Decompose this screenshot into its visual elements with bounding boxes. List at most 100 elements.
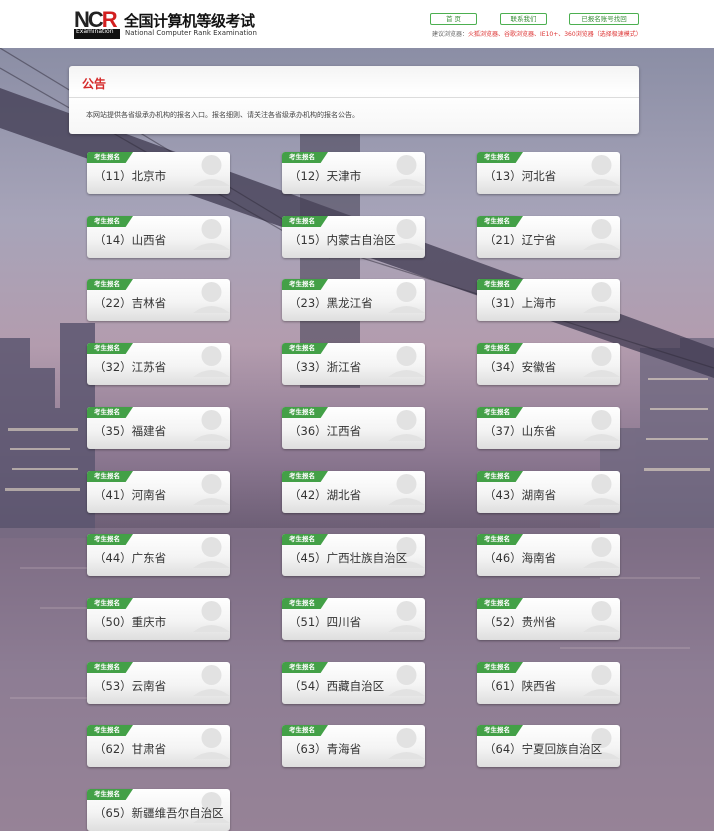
province-label: （35）福建省	[94, 424, 167, 438]
province-label: （15）内蒙古自治区	[289, 233, 396, 247]
province-label: （23）黑龙江省	[289, 296, 373, 310]
user-avatar-icon	[193, 534, 230, 568]
user-avatar-icon	[388, 598, 425, 632]
province-card[interactable]: 考生报名 （54）西藏自治区	[282, 662, 425, 704]
province-label: （64）宁夏回族自治区	[484, 742, 603, 756]
ncre-logo[interactable]: NCR Examination	[74, 9, 120, 39]
user-avatar-icon	[388, 662, 425, 696]
province-label: （53）云南省	[94, 679, 167, 693]
registration-badge: 考生报名	[87, 407, 133, 418]
province-label: （14）山西省	[94, 233, 167, 247]
registration-badge: 考生报名	[87, 662, 133, 673]
registration-badge: 考生报名	[477, 534, 523, 545]
province-card[interactable]: 考生报名 （50）重庆市	[87, 598, 230, 640]
province-card[interactable]: 考生报名 （63）青海省	[282, 725, 425, 767]
registration-badge: 考生报名	[282, 407, 328, 418]
notice-divider	[69, 97, 639, 98]
province-card[interactable]: 考生报名 （42）湖北省	[282, 471, 425, 513]
province-card[interactable]: 考生报名 （15）内蒙古自治区	[282, 216, 425, 258]
home-button[interactable]: 首 页	[430, 13, 477, 25]
contact-us-button[interactable]: 联系我们	[500, 13, 547, 25]
province-card[interactable]: 考生报名 （37）山东省	[477, 407, 620, 449]
registration-badge: 考生报名	[477, 216, 523, 227]
user-avatar-icon	[193, 343, 230, 377]
province-card[interactable]: 考生报名 （14）山西省	[87, 216, 230, 258]
province-card[interactable]: 考生报名 （35）福建省	[87, 407, 230, 449]
province-label: （61）陕西省	[484, 679, 557, 693]
province-card[interactable]: 考生报名 （46）海南省	[477, 534, 620, 576]
user-avatar-icon	[583, 534, 620, 568]
user-avatar-icon	[193, 471, 230, 505]
province-card[interactable]: 考生报名 （62）甘肃省	[87, 725, 230, 767]
province-card[interactable]: 考生报名 （13）河北省	[477, 152, 620, 194]
registration-badge: 考生报名	[87, 343, 133, 354]
province-label: （21）辽宁省	[484, 233, 557, 247]
province-label: （36）江西省	[289, 424, 362, 438]
registration-badge: 考生报名	[87, 216, 133, 227]
province-card[interactable]: 考生报名 （34）安徽省	[477, 343, 620, 385]
province-label: （51）四川省	[289, 615, 362, 629]
province-card[interactable]: 考生报名 （33）浙江省	[282, 343, 425, 385]
user-avatar-icon	[583, 662, 620, 696]
province-label: （12）天津市	[289, 169, 362, 183]
province-label: （62）甘肃省	[94, 742, 167, 756]
province-label: （31）上海市	[484, 296, 557, 310]
user-avatar-icon	[388, 343, 425, 377]
province-card[interactable]: 考生报名 （21）辽宁省	[477, 216, 620, 258]
province-card[interactable]: 考生报名 （41）河南省	[87, 471, 230, 513]
notice-title: 公告	[82, 77, 107, 91]
registration-badge: 考生报名	[477, 343, 523, 354]
user-avatar-icon	[193, 152, 230, 186]
registration-badge: 考生报名	[477, 152, 523, 163]
province-card[interactable]: 考生报名 （51）四川省	[282, 598, 425, 640]
registration-badge: 考生报名	[282, 471, 328, 482]
province-card[interactable]: 考生报名 （45）广西壮族自治区	[282, 534, 425, 576]
province-label: （50）重庆市	[94, 615, 167, 629]
province-card[interactable]: 考生报名 （32）江苏省	[87, 343, 230, 385]
user-avatar-icon	[388, 407, 425, 441]
registration-badge: 考生报名	[477, 279, 523, 290]
registration-badge: 考生报名	[282, 152, 328, 163]
province-card[interactable]: 考生报名 （22）吉林省	[87, 279, 230, 321]
province-card[interactable]: 考生报名 （23）黑龙江省	[282, 279, 425, 321]
province-label: （43）湖南省	[484, 488, 557, 502]
province-card[interactable]: 考生报名 （53）云南省	[87, 662, 230, 704]
registration-badge: 考生报名	[477, 598, 523, 609]
logo-mark: NCR	[74, 7, 118, 32]
registration-badge: 考生报名	[282, 279, 328, 290]
province-label: （11）北京市	[94, 169, 167, 183]
province-label: （44）广东省	[94, 551, 167, 565]
user-avatar-icon	[388, 471, 425, 505]
registration-badge: 考生报名	[477, 407, 523, 418]
province-label: （41）河南省	[94, 488, 167, 502]
province-card[interactable]: 考生报名 （44）广东省	[87, 534, 230, 576]
user-avatar-icon	[583, 279, 620, 313]
province-label: （13）河北省	[484, 169, 557, 183]
registration-badge: 考生报名	[477, 725, 523, 736]
user-avatar-icon	[388, 279, 425, 313]
province-card[interactable]: 考生报名 （43）湖南省	[477, 471, 620, 513]
registration-badge: 考生报名	[282, 343, 328, 354]
registration-badge: 考生报名	[282, 725, 328, 736]
registration-badge: 考生报名	[282, 598, 328, 609]
notice-panel: 公告 本网站提供各省级承办机构的报名入口。报名细则、请关注各省级承办机构的报名公…	[69, 66, 639, 134]
province-card[interactable]: 考生报名 （52）贵州省	[477, 598, 620, 640]
user-avatar-icon	[193, 407, 230, 441]
province-card[interactable]: 考生报名 （64）宁夏回族自治区	[477, 725, 620, 767]
province-card[interactable]: 考生报名 （12）天津市	[282, 152, 425, 194]
user-avatar-icon	[583, 471, 620, 505]
user-avatar-icon	[583, 343, 620, 377]
province-card[interactable]: 考生报名 （65）新疆维吾尔自治区	[87, 789, 230, 831]
province-card[interactable]: 考生报名 （11）北京市	[87, 152, 230, 194]
user-avatar-icon	[193, 216, 230, 250]
account-recovery-button[interactable]: 已报名账号找回	[569, 13, 639, 25]
user-avatar-icon	[388, 725, 425, 759]
province-label: （65）新疆维吾尔自治区	[94, 806, 224, 820]
user-avatar-icon	[583, 216, 620, 250]
province-card[interactable]: 考生报名 （61）陕西省	[477, 662, 620, 704]
province-card[interactable]: 考生报名 （36）江西省	[282, 407, 425, 449]
site-title: 全国计算机等级考试	[124, 12, 255, 30]
registration-badge: 考生报名	[87, 789, 133, 800]
province-card[interactable]: 考生报名 （31）上海市	[477, 279, 620, 321]
registration-badge: 考生报名	[87, 152, 133, 163]
